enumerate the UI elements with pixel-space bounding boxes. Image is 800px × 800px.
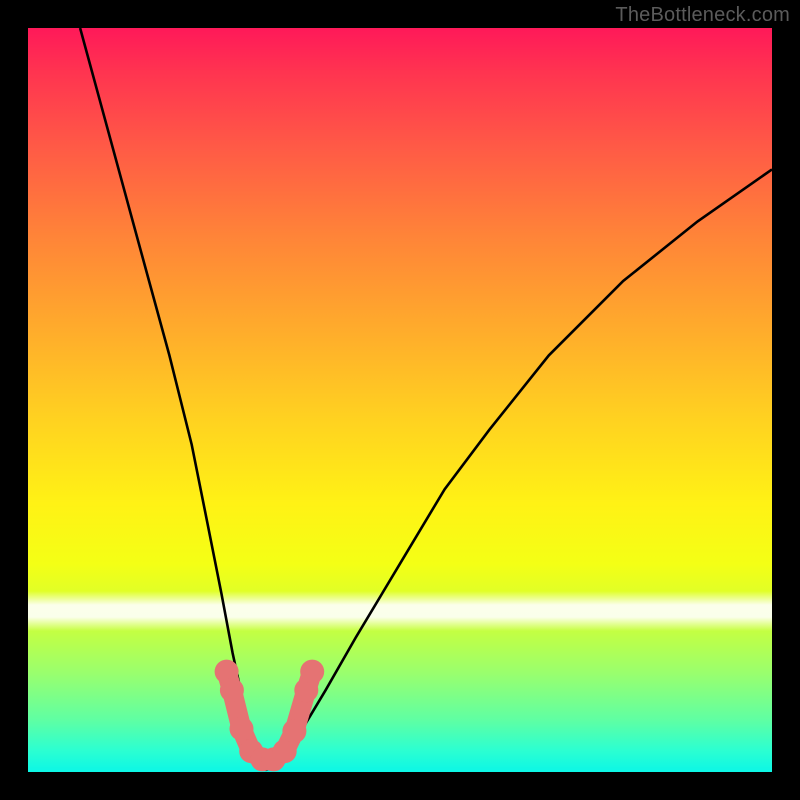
marker-dot	[300, 660, 324, 684]
marker-dot	[282, 719, 306, 743]
chart-svg	[28, 28, 772, 772]
watermark-text: TheBottleneck.com	[615, 4, 790, 27]
plot-area	[28, 28, 772, 772]
marker-dot	[220, 678, 244, 702]
outer-frame: TheBottleneck.com	[0, 0, 800, 800]
marker-dot	[230, 717, 254, 741]
bottleneck-curve	[80, 28, 772, 770]
